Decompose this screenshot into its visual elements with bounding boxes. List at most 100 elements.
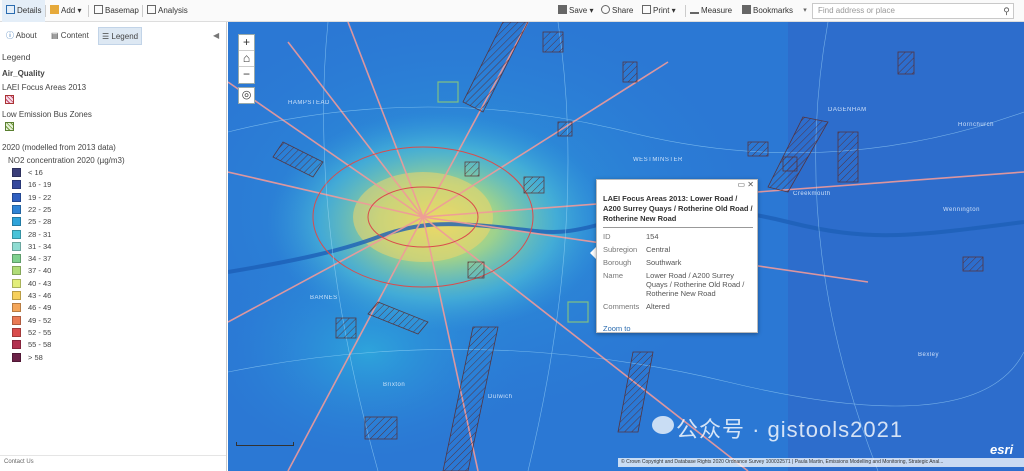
legend-swatch xyxy=(12,291,21,300)
legend-swatch xyxy=(12,192,21,202)
field-value: Lower Road / A200 Surrey Quays / Rotheri… xyxy=(646,271,745,298)
scale-bar xyxy=(236,442,294,446)
place-label: Dulwich xyxy=(488,394,513,400)
legend-swatch xyxy=(12,180,21,190)
close-icon[interactable]: ✕ xyxy=(747,180,754,189)
zoom-in-button[interactable]: + xyxy=(239,35,254,51)
tab-content[interactable]: ▤ Content xyxy=(48,27,92,45)
maximize-icon[interactable]: ▭ xyxy=(738,180,746,189)
details-button[interactable]: Details xyxy=(2,0,46,22)
legend-label: 46 - 49 xyxy=(28,303,52,313)
legend-label: 28 - 31 xyxy=(28,229,52,239)
legend-swatch xyxy=(12,340,21,350)
locate-icon: ◎ xyxy=(241,89,252,101)
search-icon[interactable]: ⚲ xyxy=(999,3,1014,19)
feature-popup: ▭ ✕ LAEI Focus Areas 2013: Lower Road / … xyxy=(596,179,758,333)
field-label: Name xyxy=(603,271,624,280)
print-icon xyxy=(642,5,651,14)
print-button[interactable]: Print ▾ xyxy=(642,0,676,22)
legend-label: 31 - 34 xyxy=(28,241,52,251)
legend-label: > 58 xyxy=(28,352,43,362)
zoom-to-link[interactable]: Zoom to xyxy=(603,324,631,333)
save-icon xyxy=(558,5,567,14)
no2-label: NO2 concentration 2020 (µg/m3) xyxy=(8,156,125,165)
legend-label: 52 - 55 xyxy=(28,327,52,337)
bookmarks-button[interactable]: Bookmarks xyxy=(742,0,793,22)
home-button[interactable]: ⌂ xyxy=(239,51,254,67)
legend-label: 34 - 37 xyxy=(28,254,52,264)
add-button[interactable]: Add ▾ xyxy=(50,0,81,22)
basemap-icon xyxy=(94,5,103,14)
bus-zones-label: Low Emission Bus Zones xyxy=(2,110,92,119)
home-icon: ⌂ xyxy=(242,51,251,65)
place-label: Creekmouth xyxy=(793,191,831,197)
legend-icon: ☰ xyxy=(102,32,110,41)
legend-swatch xyxy=(12,254,21,264)
add-icon xyxy=(50,5,59,14)
locate-button[interactable]: ◎ xyxy=(238,87,255,104)
content-icon: ▤ xyxy=(51,31,59,40)
field-value: Altered xyxy=(646,302,670,311)
legend-label: 43 - 46 xyxy=(28,291,52,300)
legend-label: 25 - 28 xyxy=(28,217,52,227)
place-label: WESTMINSTER xyxy=(633,157,683,163)
place-label: Bexley xyxy=(918,352,940,358)
legend-swatch xyxy=(12,217,21,227)
focus-areas-label: LAEI Focus Areas 2013 xyxy=(2,83,87,92)
info-icon: ⓘ xyxy=(6,31,14,40)
map-view[interactable]: HAMPSTEAD WESTMINSTER BARNES DAGENHAM Cr… xyxy=(228,22,1024,471)
analysis-button[interactable]: Analysis xyxy=(147,0,188,22)
top-toolbar: Details Add ▾ Basemap Analysis Save ▾ Sh… xyxy=(0,0,1024,22)
field-value: Central xyxy=(646,245,671,254)
legend-swatch xyxy=(12,204,21,214)
bookmarks-icon xyxy=(742,5,751,14)
legend-swatch xyxy=(12,303,21,313)
legend-swatch xyxy=(12,229,21,239)
legend-swatch xyxy=(12,315,21,325)
focus-areas-swatch xyxy=(5,95,14,104)
place-label: Wennington xyxy=(943,207,980,213)
field-value: 154 xyxy=(646,232,659,241)
legend-label: 55 - 58 xyxy=(28,340,52,350)
analysis-icon xyxy=(147,5,156,14)
share-icon xyxy=(601,5,610,14)
bus-zones-swatch xyxy=(5,122,14,131)
legend-label: < 16 xyxy=(28,168,43,177)
popup-title: LAEI Focus Areas 2013: Lower Road / A200… xyxy=(603,194,753,223)
measure-button[interactable]: Measure xyxy=(690,0,732,22)
place-label: BARNES xyxy=(310,295,338,301)
collapse-panel-icon[interactable]: ◀ xyxy=(213,31,219,40)
zoom-out-button[interactable]: − xyxy=(239,67,254,83)
legend-swatch xyxy=(12,278,21,288)
watermark: 公众号 · gistools2021 xyxy=(676,417,904,442)
legend-swatch xyxy=(12,168,21,177)
field-label: Borough xyxy=(603,258,632,267)
field-label: Comments xyxy=(603,302,640,311)
basemap-button[interactable]: Basemap xyxy=(94,0,139,22)
legend-swatch xyxy=(12,266,21,276)
side-panel: ⓘ About ▤ Content ☰ Legend ◀ Legend Air_… xyxy=(0,22,227,471)
legend-swatch xyxy=(12,327,21,337)
save-button[interactable]: Save ▾ xyxy=(558,0,593,22)
search-source-dropdown[interactable]: ▾ xyxy=(800,5,810,17)
esri-logo: esri xyxy=(990,442,1014,457)
map-attribution: © Crown Copyright and Database Rights 20… xyxy=(618,458,1024,467)
tab-about[interactable]: ⓘ About xyxy=(3,27,40,45)
legend-label: 49 - 52 xyxy=(28,315,52,325)
legend-label: 19 - 22 xyxy=(28,192,52,202)
legend-label: 22 - 25 xyxy=(28,204,52,214)
legend-heading: Legend xyxy=(2,52,31,62)
field-label: Subregion xyxy=(603,245,638,254)
model-label: 2020 (modelled from 2013 data) xyxy=(2,143,116,152)
zoom-controls: + ⌂ − xyxy=(238,34,255,84)
share-button[interactable]: Share xyxy=(601,0,633,22)
popup-header: ▭ ✕ xyxy=(597,180,757,190)
legend-swatch xyxy=(12,241,21,251)
measure-icon xyxy=(690,5,699,14)
legend-label: 37 - 40 xyxy=(28,266,52,276)
search-input[interactable]: Find address or place xyxy=(812,3,1014,19)
contact-link[interactable]: Contact Us xyxy=(4,459,34,465)
place-label: HAMPSTEAD xyxy=(288,100,330,106)
field-value: Southwark xyxy=(646,258,682,267)
tab-legend[interactable]: ☰ Legend xyxy=(98,27,143,45)
